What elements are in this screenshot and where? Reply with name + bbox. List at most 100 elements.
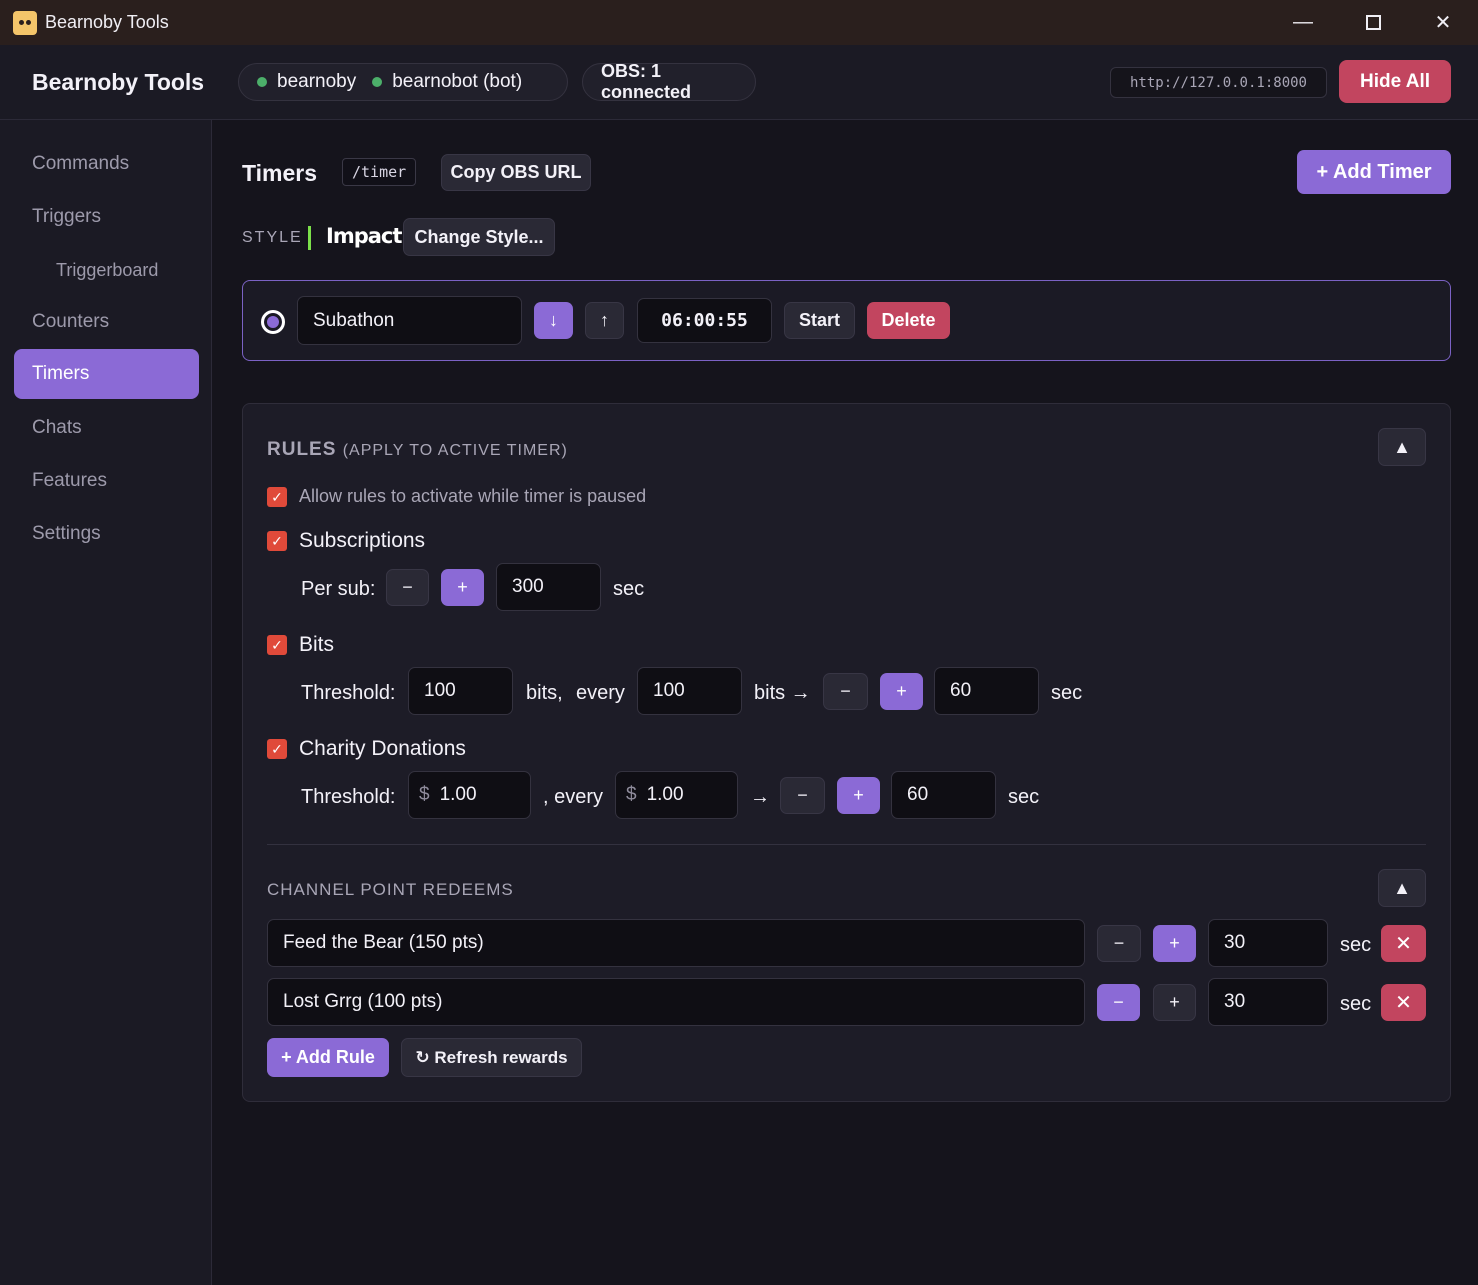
bits-checkbox[interactable]: ✓ <box>267 635 287 655</box>
redeem-plus-button[interactable]: + <box>1153 984 1196 1021</box>
rules-card: RULES (APPLY TO ACTIVE TIMER) ▲ ✓ Allow … <box>242 403 1451 1102</box>
refresh-rewards-button[interactable]: ↻ Refresh rewards <box>401 1038 582 1077</box>
charity-every-value: 1.00 <box>646 784 684 805</box>
sidebar-item-timers[interactable]: Timers <box>14 349 199 399</box>
charity-every-label: , every <box>543 786 604 808</box>
bits-threshold-input[interactable]: 100 <box>408 667 513 715</box>
add-rule-button[interactable]: + Add Rule <box>267 1038 389 1077</box>
charity-checkbox[interactable]: ✓ <box>267 739 287 759</box>
charity-seconds-input[interactable]: 60 <box>891 771 996 819</box>
subs-unit: sec <box>613 578 645 600</box>
active-timer-radio[interactable] <box>261 310 285 334</box>
sidebar-item-triggerboard[interactable]: Triggerboard <box>14 245 199 295</box>
timer-card: Subathon ↓ ↑ 06:00:55 Start Delete <box>242 280 1451 361</box>
redeem-seconds-unit: sec <box>1340 993 1372 1015</box>
sidebar-item-triggers[interactable]: Triggers <box>14 192 199 242</box>
sidebar: Commands Triggers Triggerboard Counters … <box>0 120 212 1285</box>
charity-arrow: → <box>750 786 770 808</box>
collapse-redeems-button[interactable]: ▲ <box>1378 869 1426 907</box>
timer-time-input[interactable]: 06:00:55 <box>637 298 772 343</box>
change-style-button[interactable]: Change Style... <box>403 218 555 256</box>
remove-redeem-icon[interactable]: ✕ <box>1381 925 1426 962</box>
window-controls: — ✕ <box>1268 0 1478 45</box>
style-label: STYLE <box>242 229 303 246</box>
charity-threshold-label: Threshold: <box>301 786 396 808</box>
page-title: Timers <box>242 160 318 186</box>
start-button[interactable]: Start <box>784 302 855 339</box>
subs-minus-button[interactable]: − <box>386 569 429 606</box>
sidebar-item-chats[interactable]: Chats <box>14 403 199 453</box>
bits-minus-button[interactable]: − <box>823 673 868 710</box>
sidebar-item-settings[interactable]: Settings <box>14 509 199 559</box>
bits-threshold-label: Threshold: <box>301 682 396 704</box>
charity-minus-button[interactable]: − <box>780 777 825 814</box>
delete-timer-button[interactable]: Delete <box>867 302 950 339</box>
bits-label: Bits <box>299 633 335 656</box>
account-name: bearnoby <box>277 71 357 92</box>
add-timer-button[interactable]: + Add Timer <box>1297 150 1451 194</box>
bits-unit-label: bits, <box>526 682 563 704</box>
dollar-sign: $ <box>419 784 430 805</box>
redeem-name-select[interactable]: Lost Grrg (100 pts) <box>267 978 1085 1026</box>
hide-all-button[interactable]: Hide All <box>1339 60 1451 103</box>
redeem-minus-button[interactable]: − <box>1097 984 1140 1021</box>
redeem-seconds-input[interactable]: 30 <box>1208 919 1328 967</box>
per-sub-label: Per sub: <box>301 578 376 600</box>
charity-threshold-value: 1.00 <box>439 784 477 805</box>
maximize-icon[interactable] <box>1338 0 1408 45</box>
remove-redeem-icon[interactable]: ✕ <box>1381 984 1426 1021</box>
charity-label: Charity Donations <box>299 737 466 760</box>
server-url[interactable]: http://127.0.0.1:8000 <box>1110 67 1327 98</box>
sidebar-item-counters[interactable]: Counters <box>14 297 199 347</box>
route-tag: /timer <box>342 158 417 186</box>
redeem-seconds-input[interactable]: 30 <box>1208 978 1328 1026</box>
main-content: Timers /timer Copy OBS URL + Add Timer S… <box>212 120 1478 1285</box>
rules-title: RULES (APPLY TO ACTIVE TIMER) <box>267 439 568 461</box>
title-bar: Bearnoby Tools — ✕ <box>0 0 1478 45</box>
redeem-minus-button[interactable]: − <box>1097 925 1141 962</box>
subs-plus-button[interactable]: + <box>441 569 484 606</box>
section-divider <box>267 844 1426 845</box>
copy-obs-url-button[interactable]: Copy OBS URL <box>441 154 591 191</box>
redeem-plus-button[interactable]: + <box>1153 925 1196 962</box>
bits-seconds-unit: sec <box>1051 682 1083 704</box>
account-status-pill: bearnoby bearnobot (bot) <box>238 63 568 101</box>
bits-plus-button[interactable]: + <box>880 673 923 710</box>
close-icon[interactable]: ✕ <box>1408 0 1478 45</box>
sidebar-item-commands[interactable]: Commands <box>14 139 199 189</box>
rules-subtitle: (APPLY TO ACTIVE TIMER) <box>342 442 568 459</box>
collapse-rules-button[interactable]: ▲ <box>1378 428 1426 466</box>
bear-app-icon <box>13 10 37 35</box>
allow-paused-checkbox[interactable]: ✓ <box>267 487 287 507</box>
obs-status-pill: OBS: 1 connected <box>582 61 756 102</box>
online-dot-icon <box>372 77 383 87</box>
style-name: Impact <box>326 224 402 248</box>
sidebar-item-features[interactable]: Features <box>14 456 199 506</box>
count-down-button[interactable]: ↓ <box>534 302 573 339</box>
redeem-name-select[interactable]: Feed the Bear (150 pts) <box>267 919 1085 967</box>
rules-heading: RULES <box>267 439 337 460</box>
app-header: Bearnoby Tools bearnoby bearnobot (bot) … <box>0 45 1478 120</box>
charity-every-input[interactable]: $ 1.00 <box>615 771 738 819</box>
bits-seconds-input[interactable]: 60 <box>934 667 1039 715</box>
bits-every-input[interactable]: 100 <box>637 667 742 715</box>
count-up-button[interactable]: ↑ <box>585 302 624 339</box>
timer-name-input[interactable]: Subathon <box>297 296 522 345</box>
subscriptions-checkbox[interactable]: ✓ <box>267 531 287 551</box>
subs-seconds-input[interactable]: 300 <box>496 563 601 611</box>
charity-threshold-input[interactable]: $ 1.00 <box>408 771 531 819</box>
allow-paused-label: Allow rules to activate while timer is p… <box>299 486 647 506</box>
online-dot-icon <box>257 77 267 87</box>
redeem-seconds-unit: sec <box>1340 934 1372 956</box>
subscriptions-label: Subscriptions <box>299 529 426 552</box>
minimize-icon[interactable]: — <box>1268 0 1338 45</box>
bits-arrow-label: bits → <box>754 682 811 704</box>
dollar-sign: $ <box>626 784 637 805</box>
channel-point-redeems-title: CHANNEL POINT REDEEMS <box>267 880 514 899</box>
charity-seconds-unit: sec <box>1008 786 1040 808</box>
bits-every-label: every <box>576 682 625 704</box>
window-title: Bearnoby Tools <box>45 12 169 32</box>
charity-plus-button[interactable]: + <box>837 777 880 814</box>
brand-title: Bearnoby Tools <box>32 69 205 95</box>
bot-account-name: bearnobot (bot) <box>392 71 523 92</box>
